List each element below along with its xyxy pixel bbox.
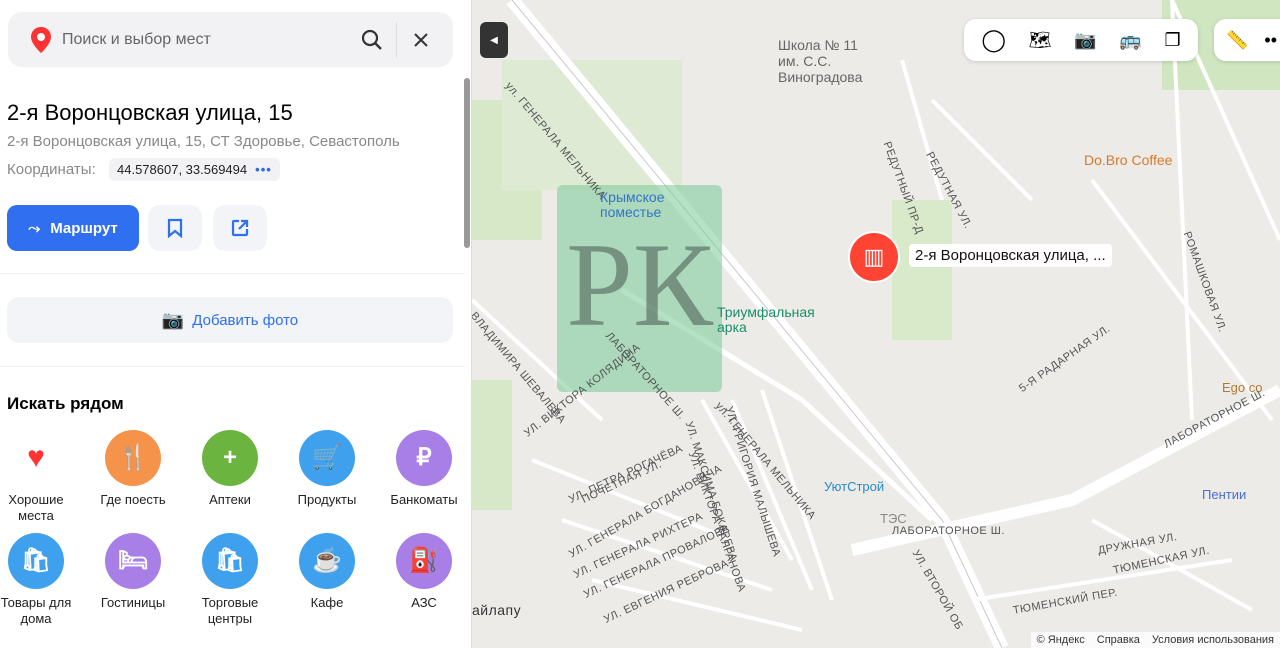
category-icon: ♥	[8, 430, 64, 486]
bookmark-icon	[167, 218, 183, 238]
street-label: ЛАБОРАТОРНОЕ Ш.	[892, 525, 1005, 537]
collapse-panel-button[interactable]: ◀	[480, 22, 508, 58]
category-label: Хорошие места	[8, 492, 64, 523]
ruler-icon[interactable]: 📏	[1226, 30, 1248, 51]
route-icon: ⤳	[28, 219, 41, 237]
camera-plus-icon: 📷	[161, 309, 185, 330]
copyright: © Яндекс	[1036, 634, 1085, 646]
side-panel: 2-я Воронцовская улица, 15 2-я Воронцовс…	[0, 0, 472, 648]
category-label: Торговые центры	[201, 595, 259, 626]
nearby-category[interactable]: ☕ Кафе	[280, 533, 374, 611]
category-label: Продукты	[297, 492, 357, 507]
close-icon	[414, 32, 428, 47]
category-icon: +	[202, 430, 258, 486]
chevron-left-icon: ◀	[490, 34, 498, 46]
category-label: Аптеки	[209, 492, 251, 507]
route-label: Маршрут	[50, 219, 118, 237]
search-icon	[361, 29, 382, 50]
street-label: айлапу	[472, 602, 522, 618]
category-icon: ₽	[396, 430, 452, 486]
nearby-category[interactable]: ♥ Хорошие места	[0, 430, 83, 524]
nearby-category[interactable]: 🛍 Товары для дома	[0, 533, 83, 627]
map-footer: © Яндекс Справка Условия использования	[1030, 632, 1280, 648]
photos-icon[interactable]: 📷	[1074, 30, 1096, 51]
divider	[396, 21, 397, 58]
close-button[interactable]	[401, 20, 441, 60]
place-title: 2-я Воронцовская улица, 15	[7, 100, 293, 125]
more-icon[interactable]: ••	[1264, 30, 1277, 51]
coords-value[interactable]: 44.578607, 33.569494 •••	[109, 158, 280, 181]
coords-label: Координаты:	[7, 161, 96, 178]
nearby-category[interactable]: + Аптеки	[183, 430, 277, 508]
category-label: АЗС	[411, 595, 437, 610]
help-link[interactable]: Справка	[1097, 634, 1140, 646]
category-icon: 🍴	[105, 430, 161, 486]
coords-text: 44.578607, 33.569494	[117, 162, 248, 177]
category-icon: 🛍	[8, 533, 64, 589]
add-photo-label: Добавить фото	[192, 311, 299, 329]
nearby-category[interactable]: 🛍 Торговые центры	[183, 533, 277, 627]
selected-place-pin[interactable]: ▥	[848, 231, 900, 283]
route-button[interactable]: ⤳ Маршрут	[7, 205, 139, 251]
poi-uyutstroy[interactable]: УютСтрой	[824, 479, 884, 494]
layers-icon[interactable]: ◯	[981, 27, 1006, 53]
category-label: Товары для дома	[0, 595, 72, 626]
poi-pentii[interactable]: Пентии	[1202, 487, 1246, 502]
map-toolbar: ◯ 🗺 📷 🚌 ❐	[964, 19, 1198, 61]
nearby-category[interactable]: ⛽ АЗС	[377, 533, 471, 611]
scrollbar[interactable]	[464, 78, 470, 248]
category-icon: 🛏	[105, 533, 161, 589]
place-address: 2-я Воронцовская улица, 15, СТ Здоровье,…	[7, 133, 400, 150]
bookmark-button[interactable]	[148, 205, 202, 251]
category-label: Где поесть	[100, 492, 166, 507]
map-pin-icon	[31, 26, 51, 53]
nearby-title: Искать рядом	[7, 394, 124, 413]
poi-dobro-coffee[interactable]: Do.Bro Coffee	[1084, 152, 1172, 168]
search-button[interactable]	[352, 20, 392, 60]
panorama-icon[interactable]: 🗺	[1029, 30, 1052, 51]
category-icon: 🛒	[299, 430, 355, 486]
poi-triumph-arch[interactable]: Триумфальная арка	[717, 305, 815, 335]
share-button[interactable]	[213, 205, 267, 251]
category-label: Кафе	[310, 595, 344, 610]
search-input[interactable]	[62, 30, 352, 49]
nearby-category[interactable]: 🛒 Продукты	[280, 430, 374, 508]
map[interactable]: РК ◀ Школа № 11 им. С.С. Виноградова Кры…	[472, 0, 1280, 648]
poi-tes[interactable]: ТЭС	[880, 511, 907, 526]
more-icon[interactable]: •••	[255, 162, 272, 177]
nearby-category[interactable]: 🛏 Гостиницы	[86, 533, 180, 611]
terms-link[interactable]: Условия использования	[1152, 634, 1274, 646]
divider	[0, 366, 465, 367]
category-icon: 🛍	[202, 533, 258, 589]
category-icon: ⛽	[396, 533, 452, 589]
map-type-icon[interactable]: ❐	[1164, 30, 1180, 51]
building-icon: ▥	[863, 244, 885, 269]
add-photo-button[interactable]: 📷 Добавить фото	[7, 297, 453, 343]
poi-krymskoe-pomestie[interactable]: Крымское поместье	[600, 190, 664, 220]
divider	[0, 273, 465, 274]
category-icon: ☕	[299, 533, 355, 589]
selected-place-label[interactable]: 2-я Воронцовская улица, ...	[909, 244, 1112, 267]
poi-school[interactable]: Школа № 11 им. С.С. Виноградова	[778, 37, 862, 85]
share-icon	[231, 219, 249, 237]
category-label: Гостиницы	[100, 595, 166, 610]
nearby-category[interactable]: ₽ Банкоматы	[377, 430, 471, 508]
transport-icon[interactable]: 🚌	[1119, 30, 1141, 51]
map-toolbar-extra: 📏 ••	[1214, 19, 1280, 61]
category-label: Банкоматы	[390, 492, 458, 507]
search-bar	[8, 12, 453, 67]
nearby-category[interactable]: 🍴 Где поесть	[86, 430, 180, 508]
